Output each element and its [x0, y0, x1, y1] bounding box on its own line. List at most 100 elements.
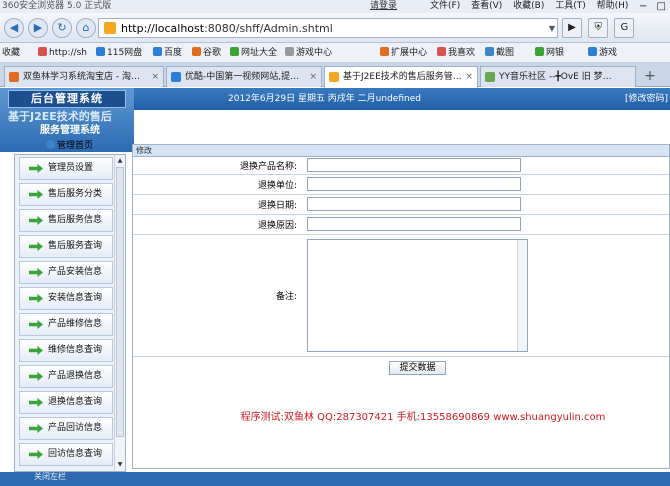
system-title-line1: 基于J2EE技术的售后 [8, 110, 112, 123]
product-name-label: 退换产品名称: [239, 162, 297, 172]
menu-help[interactable]: 帮助(H) [597, 1, 629, 11]
note-label: 备注: [275, 292, 297, 302]
tab-bar: 双鱼林学习系统淘宝店 - 淘… × 优酷-中国第一视频网站,提… × 基于J2E… [0, 63, 670, 88]
date-display: 2012年6月29日 星期五 丙戌年 二月undefined [228, 94, 421, 104]
fav-item[interactable]: 截图 [485, 43, 514, 62]
home-bullet-icon [46, 140, 55, 149]
favorites-bar: 收藏 http://sh 115网盘 百度 谷歌 网址大全 游戏中心 扩展中心 … [0, 43, 670, 63]
title-bar: 360安全浏览器 5.0 正式版 请登录 文件(F) 查看(V) 收藏(B) 工… [0, 0, 670, 13]
menu-favorites[interactable]: 收藏(B) [513, 1, 544, 11]
scroll-thumb[interactable] [116, 167, 124, 437]
change-password-link[interactable]: [修改密码] [625, 92, 668, 106]
sidebar-item-repair-info[interactable]: 产品维修信息 [19, 313, 113, 336]
login-link[interactable]: 请登录 [370, 0, 397, 13]
sidebar-item-install-info[interactable]: 产品安装信息 [19, 261, 113, 284]
sidebar-item-admin-settings[interactable]: 管理员设置 [19, 157, 113, 180]
arrow-icon [29, 164, 43, 173]
window-controls: − □ [633, 0, 666, 13]
tab-youku[interactable]: 优酷-中国第一视频网站,提… × [166, 66, 322, 87]
sidebar-item-service-query[interactable]: 售后服务查询 [19, 235, 113, 258]
arrow-icon [29, 320, 43, 329]
form-row-unit: 退换单位: [133, 175, 669, 195]
maximize-icon[interactable]: □ [657, 1, 666, 12]
url-path: :8080/shff/Admin.shtml [204, 22, 333, 35]
arrow-icon [29, 398, 43, 407]
admin-logo: 后台管理系统 [8, 90, 126, 108]
close-icon[interactable]: × [465, 67, 473, 87]
fav-item[interactable]: 网址大全 [230, 43, 277, 62]
sidebar-item-service-category[interactable]: 售后服务分类 [19, 183, 113, 206]
arrow-icon [29, 190, 43, 199]
url-input[interactable]: http://localhost:8080/shff/Admin.shtml ▼ [98, 18, 558, 38]
go-icon[interactable]: ▶ [562, 18, 582, 38]
arrow-icon [29, 372, 43, 381]
fav-item[interactable]: 115网盘 [96, 43, 142, 62]
arrow-icon [29, 242, 43, 251]
address-bar: ◀ ▶ ↻ ⌂ http://localhost:8080/shff/Admin… [0, 13, 670, 43]
fav-item[interactable]: 谷歌 [192, 43, 221, 62]
form-row-date: 退换日期: [133, 195, 669, 215]
minimize-icon[interactable]: − [639, 1, 647, 12]
close-icon[interactable]: × [309, 67, 317, 87]
sidebar-item-repair-query[interactable]: 维修信息查询 [19, 339, 113, 362]
fav-item[interactable]: 游戏 [588, 43, 617, 62]
tab-favicon [329, 72, 339, 82]
menu-file[interactable]: 文件(F) [430, 1, 460, 11]
scroll-down-icon[interactable]: ▼ [116, 461, 124, 469]
arrow-icon [29, 450, 43, 459]
fav-item[interactable]: 扩展中心 [380, 43, 427, 62]
reason-label: 退换原因: [257, 221, 297, 231]
bottom-strip: 关闭左栏 [0, 472, 670, 486]
date-input[interactable] [307, 197, 521, 211]
shield-icon[interactable]: ⛨ [588, 18, 609, 38]
note-textarea[interactable] [307, 239, 528, 352]
address-tools: ▶ ⛨ G [562, 18, 637, 38]
unit-label: 退换单位: [257, 181, 297, 191]
product-name-input[interactable] [307, 158, 521, 172]
sidebar-item-visit-query[interactable]: 回访信息查询 [19, 443, 113, 466]
new-tab-button[interactable]: + [640, 67, 660, 86]
unit-input[interactable] [307, 177, 521, 191]
fav-item[interactable]: 游戏中心 [285, 43, 332, 62]
textarea-scrollbar[interactable] [517, 240, 527, 351]
scroll-up-icon[interactable]: ▲ [116, 157, 124, 165]
app-title: 360安全浏览器 5.0 正式版 [2, 1, 112, 11]
admin-home-link[interactable]: 管理首页 [46, 140, 93, 152]
close-icon[interactable]: × [151, 67, 159, 87]
footer-credit: 程序测试:双鱼林 QQ:287307421 手机:13558690869 www… [240, 412, 606, 423]
search-engine-icon[interactable]: G [614, 18, 635, 38]
fav-item[interactable]: 网银 [535, 43, 564, 62]
tab-admin[interactable]: 基于J2EE技术的售后服务管… × [324, 66, 478, 88]
forward-icon[interactable]: ▶ [28, 18, 48, 38]
refresh-icon[interactable]: ↻ [52, 18, 72, 38]
tab-favicon [9, 72, 19, 82]
submit-button[interactable]: 提交数据 [389, 361, 446, 375]
tab-yy[interactable]: YY音乐社区 --╋OvE 旧 梦… [480, 66, 636, 87]
tab-favicon [171, 72, 181, 82]
sidebar-item-service-info[interactable]: 售后服务信息 [19, 209, 113, 232]
back-icon[interactable]: ◀ [4, 18, 24, 38]
form-row-product-name: 退换产品名称: [133, 157, 669, 175]
reason-input[interactable] [307, 217, 521, 231]
close-left-column-link[interactable]: 关闭左栏 [34, 472, 66, 482]
menu-view[interactable]: 查看(V) [471, 1, 502, 11]
arrow-icon [29, 216, 43, 225]
sidebar-item-visit-info[interactable]: 产品回访信息 [19, 417, 113, 440]
panel-title: 修改 [133, 145, 669, 157]
tab-taobao[interactable]: 双鱼林学习系统淘宝店 - 淘… × [4, 66, 164, 87]
arrow-icon [29, 268, 43, 277]
arrow-icon [29, 294, 43, 303]
sidebar-item-return-query[interactable]: 退换信息查询 [19, 391, 113, 414]
menu-tools[interactable]: 工具(T) [555, 1, 586, 11]
home-icon[interactable]: ⌂ [76, 18, 96, 38]
fav-item[interactable]: 百度 [153, 43, 182, 62]
url-dropdown-icon[interactable]: ▼ [549, 19, 555, 38]
fav-item[interactable]: 我喜欢 [437, 43, 475, 62]
fav-item[interactable]: http://sh [38, 43, 87, 62]
site-icon [104, 22, 116, 34]
sidebar-scrollbar[interactable]: ▲ ▼ [114, 155, 125, 471]
fav-collect[interactable]: 收藏 [2, 43, 20, 62]
sidebar-item-install-query[interactable]: 安装信息查询 [19, 287, 113, 310]
sidebar: 管理员设置 售后服务分类 售后服务信息 售后服务查询 产品安装信息 安装信息查询… [14, 154, 126, 472]
sidebar-item-return-info[interactable]: 产品退换信息 [19, 365, 113, 388]
